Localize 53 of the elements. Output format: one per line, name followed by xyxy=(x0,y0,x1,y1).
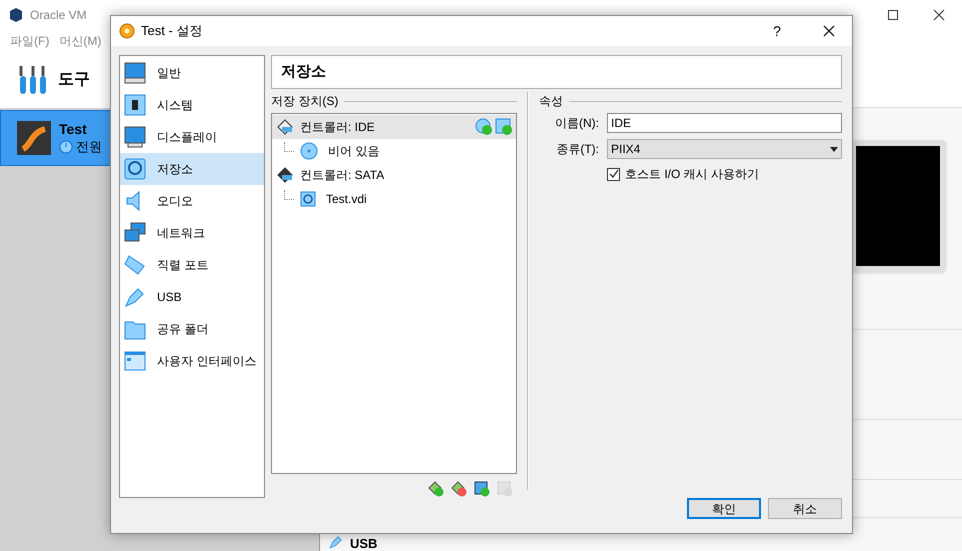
remove-button[interactable] xyxy=(450,480,468,498)
dialog-button[interactable]: 확인 xyxy=(687,498,761,519)
field-label: 종류(T): xyxy=(555,141,599,158)
controller-icon xyxy=(276,118,294,136)
checkbox[interactable] xyxy=(607,168,620,180)
name-field[interactable]: IDE xyxy=(607,113,842,133)
section-item[interactable]: 오디오 xyxy=(120,185,264,217)
section-item[interactable]: 직렬 포트 xyxy=(120,249,264,281)
menu-item[interactable]: 머신(M) xyxy=(59,32,102,50)
disk-icon xyxy=(300,191,316,207)
connector-icon xyxy=(123,253,147,277)
window-icon xyxy=(123,349,147,373)
group-label: 속성 xyxy=(539,93,563,110)
tools-label[interactable]: 도구 xyxy=(58,68,90,92)
add-button[interactable] xyxy=(473,480,491,498)
dialog-title: Test - 설정 xyxy=(141,22,202,40)
vm-name: Test xyxy=(59,121,88,139)
tree-item[interactable]: 컨트롤러: IDE xyxy=(272,115,516,139)
monitor-icon xyxy=(123,61,147,85)
section-item[interactable]: 사용자 인터페이스 xyxy=(120,345,264,377)
cube-icon xyxy=(8,7,24,23)
tools-icon xyxy=(18,64,48,96)
section-item[interactable]: USB xyxy=(120,281,264,313)
section-item[interactable]: 시스템 xyxy=(120,89,264,121)
section-item[interactable]: 디스플레이 xyxy=(120,121,264,153)
add-button[interactable] xyxy=(427,480,445,498)
group-label: 저장 장치(S) xyxy=(271,93,338,110)
cd-icon xyxy=(300,142,318,160)
section-item[interactable]: 네트워크 xyxy=(120,217,264,249)
dialog-button[interactable]: 취소 xyxy=(768,498,842,519)
section-item[interactable]: 공유 폴더 xyxy=(120,313,264,345)
gear-icon xyxy=(119,23,135,39)
power-icon xyxy=(59,140,73,154)
chip-icon xyxy=(123,93,147,117)
tree-item[interactable]: 비어 있음 xyxy=(272,139,516,163)
controller-icon xyxy=(276,166,294,184)
add-cd-icon[interactable] xyxy=(475,118,493,136)
type-dropdown[interactable]: PIIX4 xyxy=(607,139,842,159)
tree-item[interactable]: 컨트롤러: SATA xyxy=(272,163,516,187)
vm-os-icon xyxy=(17,121,51,155)
field-label: 이름(N): xyxy=(554,115,599,132)
help-button[interactable]: ? xyxy=(754,20,800,42)
tree-item[interactable]: Test.vdi xyxy=(272,187,516,211)
checkbox-label: 호스트 I/O 캐시 사용하기 xyxy=(625,166,760,183)
section-heading: USB xyxy=(350,537,378,550)
menu-item[interactable]: 파일(F) xyxy=(10,32,50,50)
section-item[interactable]: 저장소 xyxy=(120,153,264,185)
page-title: 저장소 xyxy=(271,55,842,89)
window-title: Oracle VM xyxy=(30,7,87,24)
caret-icon xyxy=(830,146,838,152)
monitor-icon xyxy=(123,125,147,149)
section-item[interactable]: 일반 xyxy=(120,57,264,89)
vm-state: 전원 xyxy=(76,138,102,155)
